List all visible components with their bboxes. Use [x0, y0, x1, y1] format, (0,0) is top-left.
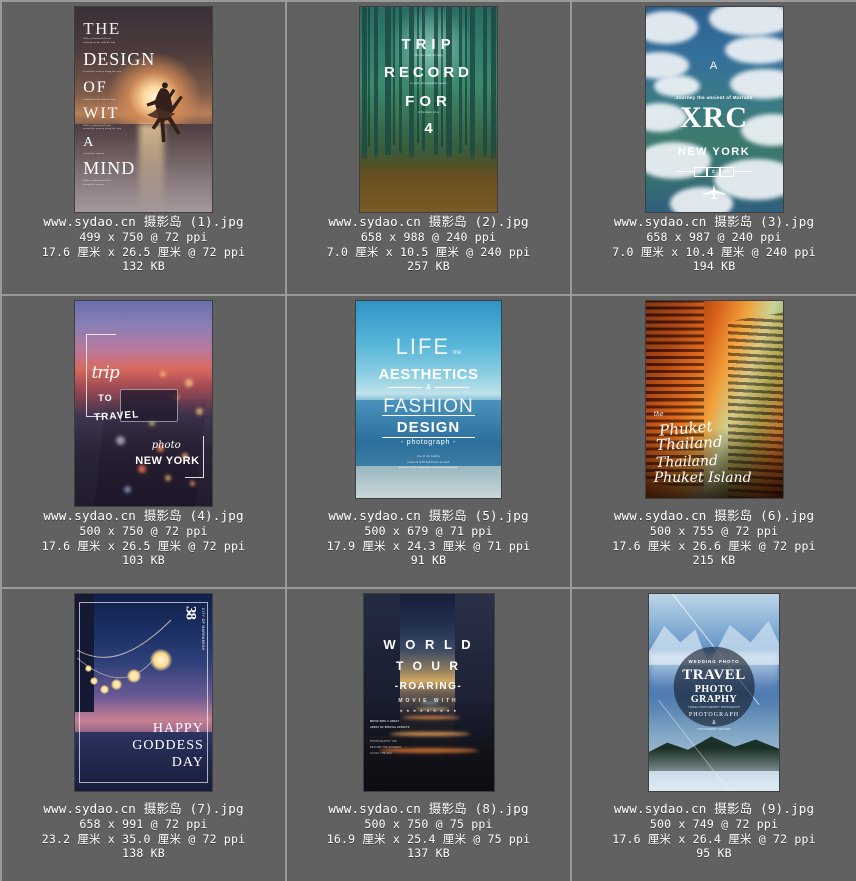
- thumbnail-container-4[interactable]: trip TO TRAVEL photo NEW YORK: [2, 296, 285, 506]
- file-size-4: 103 KB: [122, 553, 165, 567]
- thumbnail-container-5[interactable]: LIFE the AESTHETICS & FASHION DESIGN - p…: [287, 296, 570, 501]
- badge-foot: PHOTOGRAPHY RECORD: [697, 727, 731, 731]
- poster-aesthetics: AESTHETICS: [378, 366, 479, 383]
- file-pixels-2: 658 x 988 @ 240 ppi: [360, 230, 497, 244]
- airplane-icon: [703, 184, 725, 200]
- file-size-3: 194 KB: [692, 259, 736, 273]
- file-physical-9: 17.6 厘米 x 26.4 厘米 @ 72 ppi: [612, 831, 816, 846]
- file-pixels-1: 499 x 750 @ 72 ppi: [79, 230, 208, 244]
- file-cell-2[interactable]: TRIP Tour the walk city king RECORD on p…: [287, 2, 572, 296]
- thumbnail-container-1[interactable]: THE With a sentimental heart walking on …: [2, 2, 285, 212]
- file-meta-5: www.sydao.cn 摄影岛 (5).jpg 500 x 679 @ 71 …: [287, 501, 570, 568]
- file-name-1: www.sydao.cn 摄影岛 (1).jpg: [43, 214, 244, 229]
- poster-number-38: 38: [182, 605, 199, 619]
- dark-gradient-overlay: [645, 427, 783, 498]
- file-cell-9[interactable]: WEDDING PHOTO TRAVEL PHOTO GRAPHY TRAVEL…: [572, 589, 856, 881]
- thumbnail-image-1[interactable]: THE With a sentimental heart walking on …: [75, 7, 212, 212]
- phone-frame: [120, 389, 178, 422]
- sea-area: [356, 399, 501, 471]
- file-cell-7[interactable]: 38 CITY OF MARRAKESH HAPPY GODDESS DAY w…: [2, 589, 287, 881]
- file-pixels-3: 658 x 987 @ 240 ppi: [646, 230, 782, 244]
- thumbnail-container-6[interactable]: the Phuket Thailand Thailand Phuket Isla…: [572, 296, 856, 501]
- thumbnail-image-4[interactable]: trip TO TRAVEL photo NEW YORK: [75, 301, 212, 506]
- poster-the: the: [453, 350, 462, 357]
- thumbnail-image-9[interactable]: WEDDING PHOTO TRAVEL PHOTO GRAPHY TRAVEL…: [649, 594, 779, 791]
- poster-vertical-label: CITY OF MARRAKESH: [201, 607, 206, 651]
- thumbnail-image-6[interactable]: the Phuket Thailand Thailand Phuket Isla…: [645, 301, 783, 498]
- thumbnail-image-8[interactable]: W O R L D T O U R -ROARING- MOVIE WITH ★…: [363, 594, 494, 791]
- thumbnail-container-9[interactable]: WEDDING PHOTO TRAVEL PHOTO GRAPHY TRAVEL…: [572, 589, 856, 794]
- circular-badge: [673, 646, 755, 727]
- thumbnail-container-2[interactable]: TRIP Tour the walk city king RECORD on p…: [287, 2, 570, 212]
- file-meta-3: www.sydao.cn 摄影岛 (3).jpg 658 x 987 @ 240…: [572, 207, 856, 274]
- file-physical-7: 23.2 厘米 x 35.0 厘米 @ 72 ppi: [41, 831, 246, 846]
- file-size-6: 215 KB: [692, 553, 736, 567]
- file-cell-1[interactable]: THE With a sentimental heart walking on …: [2, 2, 287, 296]
- file-name-8: www.sydao.cn 摄影岛 (8).jpg: [328, 801, 529, 816]
- file-physical-6: 17.6 厘米 x 26.6 厘米 @ 72 ppi: [612, 538, 816, 553]
- file-name-2: www.sydao.cn 摄影岛 (2).jpg: [328, 214, 529, 229]
- file-pixels-6: 500 x 755 @ 72 ppi: [649, 524, 779, 538]
- file-size-5: 91 KB: [410, 553, 447, 567]
- file-physical-3: 7.0 厘米 x 10.4 厘米 @ 240 ppi: [612, 244, 816, 259]
- thumbnail-image-5[interactable]: LIFE the AESTHETICS & FASHION DESIGN - p…: [356, 301, 501, 498]
- file-pixels-7: 658 x 991 @ 72 ppi: [79, 817, 208, 831]
- file-meta-7: www.sydao.cn 摄影岛 (7).jpg 658 x 991 @ 72 …: [2, 794, 285, 861]
- file-pixels-4: 500 x 750 @ 72 ppi: [79, 524, 208, 538]
- file-name-5: www.sydao.cn 摄影岛 (5).jpg: [328, 508, 529, 523]
- file-meta-9: www.sydao.cn 摄影岛 (9).jpg 500 x 749 @ 72 …: [572, 794, 856, 861]
- forest-trunks: [360, 7, 497, 159]
- file-cell-8[interactable]: W O R L D T O U R -ROARING- MOVIE WITH ★…: [287, 589, 572, 881]
- poster-line-1: THE: [83, 19, 121, 39]
- thumbnail-container-8[interactable]: W O R L D T O U R -ROARING- MOVIE WITH ★…: [287, 589, 570, 794]
- file-name-4: www.sydao.cn 摄影岛 (4).jpg: [43, 508, 244, 523]
- file-name-3: www.sydao.cn 摄影岛 (3).jpg: [613, 214, 815, 229]
- file-physical-5: 17.9 厘米 x 24.3 厘米 @ 71 ppi: [326, 538, 531, 553]
- file-name-7: www.sydao.cn 摄影岛 (7).jpg: [43, 801, 244, 816]
- file-physical-8: 16.9 厘米 x 25.4 厘米 @ 75 ppi: [326, 831, 531, 846]
- file-size-8: 137 KB: [407, 846, 450, 860]
- file-size-1: 132 KB: [122, 259, 165, 273]
- thumbnail-container-7[interactable]: 38 CITY OF MARRAKESH HAPPY GODDESS DAY: [2, 589, 285, 794]
- file-cell-4[interactable]: trip TO TRAVEL photo NEW YORK www.sydao.…: [2, 296, 287, 589]
- poster-sub-2: walking on the road his trip: [83, 40, 116, 44]
- file-pixels-8: 500 x 750 @ 75 ppi: [364, 817, 493, 831]
- file-name-9: www.sydao.cn 摄影岛 (9).jpg: [613, 801, 815, 816]
- file-size-9: 95 KB: [696, 846, 732, 860]
- sand-area: [356, 466, 501, 498]
- file-size-2: 257 KB: [407, 259, 450, 273]
- poster-life: LIFE: [395, 334, 451, 360]
- file-physical-1: 17.6 厘米 x 26.5 厘米 @ 72 ppi: [41, 244, 246, 259]
- poster-amp: &: [426, 383, 431, 391]
- thumbnail-grid[interactable]: THE With a sentimental heart walking on …: [0, 0, 856, 881]
- file-meta-4: www.sydao.cn 摄影岛 (4).jpg 500 x 750 @ 72 …: [2, 501, 285, 568]
- ballerina-silhouette-icon: [146, 82, 184, 143]
- file-physical-4: 17.6 厘米 x 26.5 厘米 @ 72 ppi: [41, 538, 246, 553]
- file-meta-2: www.sydao.cn 摄影岛 (2).jpg 658 x 988 @ 240…: [287, 207, 570, 274]
- file-name-6: www.sydao.cn 摄影岛 (6).jpg: [613, 508, 815, 523]
- thumbnail-image-7[interactable]: 38 CITY OF MARRAKESH HAPPY GODDESS DAY: [75, 594, 212, 791]
- forest-floor: [360, 150, 497, 212]
- file-physical-2: 7.0 厘米 x 10.5 厘米 @ 240 ppi: [326, 244, 531, 259]
- file-pixels-5: 500 x 679 @ 71 ppi: [364, 524, 493, 538]
- file-meta-8: www.sydao.cn 摄影岛 (8).jpg 500 x 750 @ 75 …: [287, 794, 570, 861]
- file-cell-6[interactable]: the Phuket Thailand Thailand Phuket Isla…: [572, 296, 856, 589]
- fog-layer: [649, 747, 779, 791]
- poster-border-frame: [79, 601, 208, 784]
- poster-sub-1: With a sentimental heart: [83, 37, 112, 41]
- file-meta-6: www.sydao.cn 摄影岛 (6).jpg 500 x 755 @ 72 …: [572, 501, 856, 568]
- thumbnail-image-3[interactable]: A Journey the ancient of Marrake XRC NEW…: [645, 7, 783, 212]
- thumbnail-image-2[interactable]: TRIP Tour the walk city king RECORD on p…: [360, 7, 497, 212]
- file-size-7: 138 KB: [122, 846, 165, 860]
- thumbnail-container-3[interactable]: A Journey the ancient of Marrake XRC NEW…: [572, 2, 856, 212]
- file-cell-5[interactable]: LIFE the AESTHETICS & FASHION DESIGN - p…: [287, 296, 572, 589]
- file-meta-1: www.sydao.cn 摄影岛 (1).jpg 499 x 750 @ 72 …: [2, 207, 285, 274]
- file-cell-3[interactable]: A Journey the ancient of Marrake XRC NEW…: [572, 2, 856, 296]
- file-pixels-9: 500 x 749 @ 72 ppi: [649, 817, 779, 831]
